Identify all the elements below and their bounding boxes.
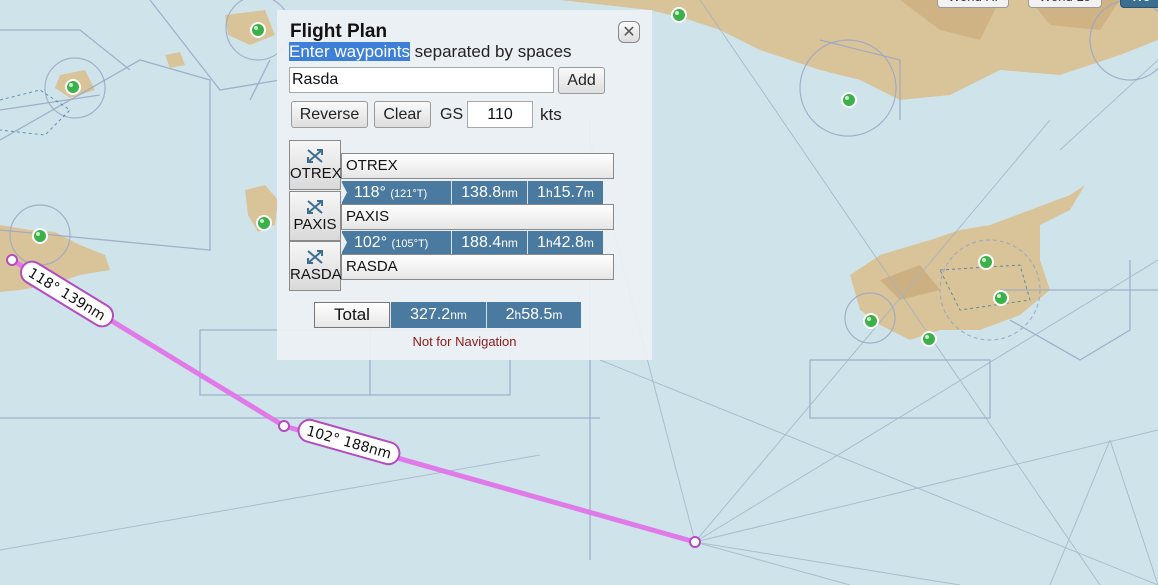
instructions-highlight: Enter waypoints	[289, 42, 410, 61]
layer-button-world[interactable]: Wo	[1120, 0, 1158, 8]
waypoint-name-paxis[interactable]: PAXIS	[341, 204, 614, 230]
leg-heading: 102°	[354, 234, 388, 251]
airport-marker[interactable]	[671, 7, 687, 23]
add-button[interactable]: Add	[558, 67, 605, 94]
ground-speed-input[interactable]	[467, 101, 533, 128]
fix-crossed-arrows-icon	[307, 149, 323, 163]
airport-marker[interactable]	[921, 331, 937, 347]
leg-time-hours-unit: h	[546, 186, 553, 200]
clear-button[interactable]: Clear	[374, 101, 431, 128]
route-waypoint-rasda[interactable]	[689, 536, 701, 548]
leg-time-cell: 1h15.7m	[527, 181, 603, 204]
leg-heading: 118°	[354, 184, 386, 201]
waypoint-code: OTREX	[290, 165, 342, 182]
airport-marker[interactable]	[993, 290, 1009, 306]
total-distance-unit: nm	[450, 308, 467, 322]
waypoint-button-rasda[interactable]: RASDA	[289, 241, 342, 291]
panel-title: Flight Plan	[290, 21, 388, 42]
total-time-minutes-unit: m	[552, 308, 563, 322]
waypoint-code: RASDA	[290, 266, 342, 283]
reverse-button[interactable]: Reverse	[291, 101, 368, 128]
leg-time-hours: 1	[537, 234, 547, 251]
gs-unit-label: kts	[540, 105, 562, 124]
airport-marker[interactable]	[65, 79, 81, 95]
waypoint-button-paxis[interactable]: PAXIS	[289, 191, 341, 241]
instructions-rest: separated by spaces	[409, 42, 572, 61]
leg-time-minutes: 15.7	[552, 184, 584, 201]
leg-distance: 188.4	[461, 234, 502, 251]
flight-plan-panel: Flight Plan ✕ Enter waypoints separated …	[277, 10, 652, 360]
waypoint-input[interactable]	[289, 67, 554, 93]
leg-distance-unit: nm	[501, 186, 518, 200]
total-time-hours: 2	[505, 306, 515, 323]
leg-time-hours-unit: h	[546, 236, 553, 250]
total-distance-cell: 327.2nm	[390, 302, 486, 328]
not-for-navigation-note: Not for Navigation	[412, 334, 517, 349]
gs-label: GS	[440, 106, 464, 123]
layer-button-world-lo[interactable]: World Lo	[1028, 0, 1102, 8]
total-time-cell: 2h58.5m	[486, 302, 581, 328]
fix-crossed-arrows-icon	[307, 250, 323, 264]
route-waypoint-paxis[interactable]	[278, 420, 290, 432]
waypoint-button-otrex[interactable]: OTREX	[289, 140, 342, 190]
leg-time-cell: 1h42.8m	[527, 231, 603, 254]
total-distance: 327.2	[410, 306, 451, 323]
leg-true-heading: (121°T)	[390, 188, 428, 200]
leg-distance-cell: 138.8nm	[451, 181, 527, 204]
leg-time-minutes: 42.8	[552, 234, 584, 251]
airport-marker[interactable]	[863, 313, 879, 329]
leg-distance-cell: 188.4nm	[451, 231, 527, 254]
layer-button-world-hi[interactable]: World Hi	[937, 0, 1009, 8]
airport-marker[interactable]	[841, 92, 857, 108]
total-time-minutes: 58.5	[521, 306, 553, 323]
airport-marker[interactable]	[250, 22, 266, 38]
close-icon: ✕	[622, 22, 636, 41]
waypoint-name-rasda[interactable]: RASDA	[341, 254, 614, 280]
instructions: Enter waypoints separated by spaces	[289, 42, 572, 62]
total-label: Total	[314, 302, 390, 328]
waypoint-code: PAXIS	[293, 216, 337, 233]
fix-crossed-arrows-icon	[307, 200, 323, 214]
airport-marker[interactable]	[256, 215, 272, 231]
leg-time-hours: 1	[537, 184, 547, 201]
airport-marker[interactable]	[978, 254, 994, 270]
route-waypoint-otrex[interactable]	[6, 254, 18, 266]
leg-distance: 138.8	[461, 184, 502, 201]
leg-distance-unit: nm	[501, 236, 518, 250]
airport-marker[interactable]	[32, 228, 48, 244]
close-button[interactable]: ✕	[618, 21, 640, 43]
leg-heading-cell: 118° (121°T)	[341, 181, 451, 204]
leg-time-minutes-unit: m	[583, 186, 594, 200]
waypoint-name-otrex[interactable]: OTREX	[341, 153, 614, 179]
leg-true-heading: (105°T)	[391, 238, 429, 250]
leg-heading-cell: 102° (105°T)	[341, 231, 451, 254]
leg-time-minutes-unit: m	[583, 236, 594, 250]
